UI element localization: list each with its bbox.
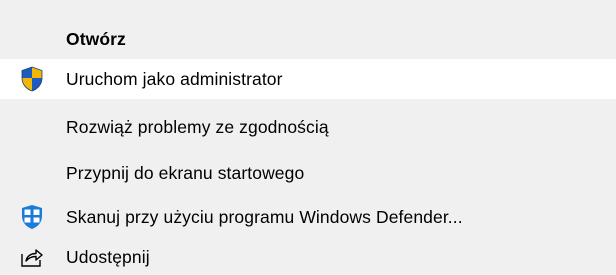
- menu-item-scan-defender[interactable]: Skanuj przy użyciu programu Windows Defe…: [0, 197, 616, 237]
- context-menu: Otwórz Uruchom jako administrator Rozwią…: [0, 0, 616, 275]
- windows-defender-icon: [19, 204, 45, 230]
- menu-item-share[interactable]: Udostępnij: [0, 239, 616, 275]
- menu-item-label: Otwórz: [66, 28, 126, 49]
- menu-item-label: Uruchom jako administrator: [66, 68, 283, 89]
- menu-item-label: Rozwiąż problemy ze zgodnością: [66, 116, 329, 137]
- menu-item-pin-to-start[interactable]: Przypnij do ekranu startowego: [0, 153, 616, 193]
- menu-item-run-as-admin[interactable]: Uruchom jako administrator: [0, 59, 616, 99]
- menu-item-open[interactable]: Otwórz: [0, 19, 616, 59]
- menu-item-troubleshoot-compatibility[interactable]: Rozwiąż problemy ze zgodnością: [0, 107, 616, 147]
- share-icon: [19, 244, 45, 270]
- menu-item-label: Przypnij do ekranu startowego: [66, 162, 305, 183]
- uac-shield-icon: [19, 66, 45, 92]
- menu-item-label: Skanuj przy użyciu programu Windows Defe…: [66, 206, 463, 227]
- menu-item-label: Udostępnij: [66, 246, 150, 267]
